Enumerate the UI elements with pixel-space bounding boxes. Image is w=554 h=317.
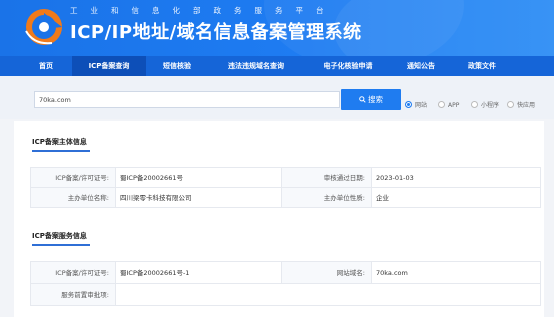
table-label: ICP备案/许可证号: (31, 262, 116, 284)
ministry-logo-icon (25, 9, 62, 45)
table-value: 四川梁零卡科技有限公司 (116, 188, 282, 208)
table-label: 主办单位名称: (31, 188, 116, 208)
table-value: 企业 (372, 188, 541, 208)
section-underline (32, 244, 90, 246)
nav-item-icp-query[interactable]: ICP备案查询 (72, 56, 146, 76)
radio-label: APP (448, 102, 460, 109)
radio-dot (438, 101, 445, 108)
nav-item-home[interactable]: 首页 (20, 56, 72, 76)
radio-dot (507, 101, 514, 108)
table-value: 蜀ICP备20002661号-1 (116, 262, 282, 284)
search-button[interactable]: 搜索 (341, 89, 401, 110)
search-type-app-radio[interactable]: APP (438, 101, 459, 109)
nav-item-policies[interactable]: 政策文件 (450, 56, 514, 76)
section-underline (32, 150, 90, 152)
radio-label: 网站 (415, 102, 428, 109)
radio-label: 小程序 (481, 102, 500, 109)
service-info-table: ICP备案/许可证号: 蜀ICP备20002661号-1 网站域名: 70ka.… (30, 261, 541, 306)
search-input[interactable]: 70ka.com (34, 91, 340, 108)
search-type-miniprogram-radio[interactable]: 小程序 (471, 101, 499, 109)
table-label: 主办单位性质: (282, 188, 372, 208)
table-label: ICP备案/许可证号: (31, 168, 116, 188)
search-type-quickapp-radio[interactable]: 快应用 (507, 101, 535, 109)
nav-item-sms-verify[interactable]: 短信核验 (146, 56, 208, 76)
site-header: 工业和信息化部政务服务平台 ICP/IP地址/域名信息备案管理系统 (0, 0, 554, 56)
search-type-website-radio[interactable]: 网站 (405, 101, 427, 109)
table-value: 2023-01-03 (372, 168, 541, 188)
radio-dot (405, 101, 412, 108)
nav-item-illegal-domain[interactable]: 违法违规域名查询 (208, 56, 304, 76)
table-label: 审核通过日期: (282, 168, 372, 188)
radio-label: 快应用 (517, 102, 536, 109)
nav-item-e-verify[interactable]: 电子化核验申请 (304, 56, 392, 76)
search-button-label: 搜索 (368, 95, 383, 104)
page-title: ICP/IP地址/域名信息备案管理系统 (70, 22, 362, 43)
table-value (116, 284, 541, 306)
table-value: 蜀ICP备20002661号 (116, 168, 282, 188)
search-icon (359, 96, 366, 103)
main-nav: 首页 ICP备案查询 短信核验 违法违规域名查询 电子化核验申请 通知公告 政策… (0, 56, 554, 76)
service-section-title: ICP备案服务信息 (32, 232, 87, 240)
subject-info-table: ICP备案/许可证号: 蜀ICP备20002661号 审核通过日期: 2023-… (30, 167, 541, 208)
nav-item-notices[interactable]: 通知公告 (392, 56, 450, 76)
radio-dot (471, 101, 478, 108)
table-label: 服务前置审批项: (31, 284, 116, 306)
subject-section-title: ICP备案主体信息 (32, 138, 87, 146)
header-subtitle: 工业和信息化部政务服务平台 (70, 6, 337, 15)
table-value: 70ka.com (372, 262, 541, 284)
table-label: 网站域名: (282, 262, 372, 284)
